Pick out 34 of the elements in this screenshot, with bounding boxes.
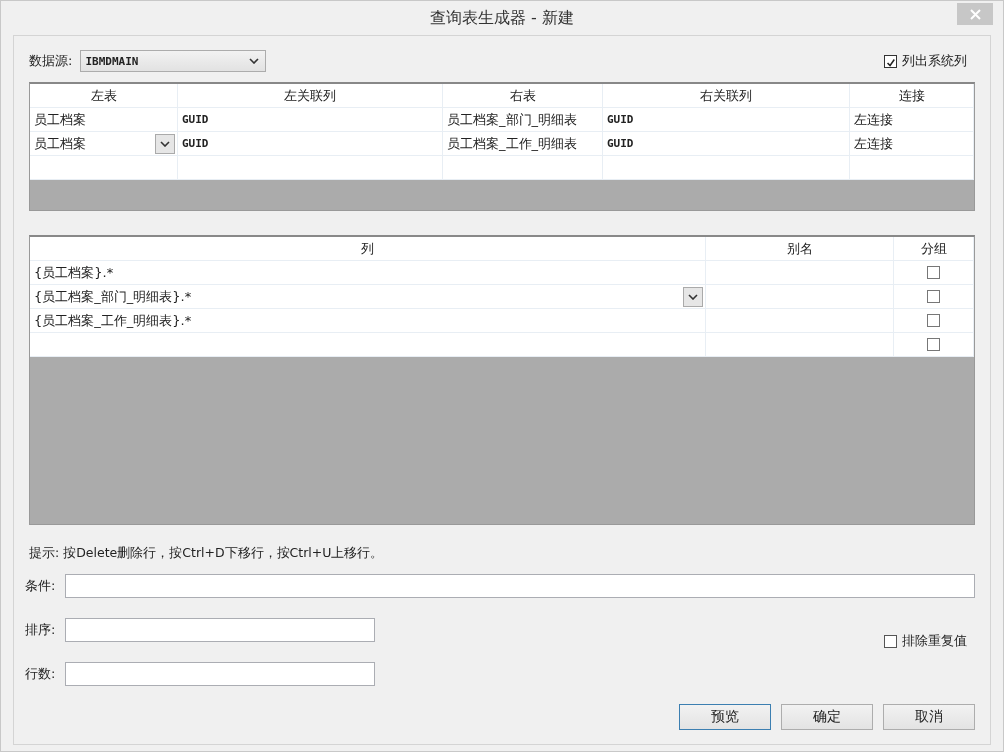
table-cell[interactable] <box>706 333 894 357</box>
show-system-columns-checkbox[interactable]: 列出系统列 <box>884 52 967 70</box>
close-button[interactable] <box>957 3 993 25</box>
group-checkbox[interactable] <box>927 338 940 351</box>
field-label: 排序: <box>25 621 57 639</box>
table-cell[interactable] <box>30 333 706 357</box>
group-checkbox[interactable] <box>927 290 940 303</box>
cell-dropdown-button[interactable] <box>155 133 175 154</box>
dialog-button[interactable]: 预览 <box>679 704 771 730</box>
dialog-button[interactable]: 确定 <box>781 704 873 730</box>
close-icon <box>969 8 981 20</box>
datasource-label: 数据源: <box>29 52 73 70</box>
hint-text: 提示: 按Delete删除行，按Ctrl+D下移行，按Ctrl+U上移行。 <box>29 545 385 562</box>
cell-dropdown-button[interactable] <box>683 286 703 307</box>
table-cell[interactable] <box>603 156 850 180</box>
caret-icon <box>160 140 170 147</box>
input-field[interactable] <box>65 618 375 642</box>
check-icon <box>886 58 896 67</box>
input-field[interactable] <box>65 662 375 686</box>
window-title: 查询表生成器 - 新建 <box>430 7 574 29</box>
input-field[interactable] <box>65 574 975 598</box>
table-cell[interactable] <box>443 156 603 180</box>
field-label: 行数: <box>25 665 57 683</box>
field-label: 条件: <box>25 577 57 595</box>
caret-icon <box>249 58 260 64</box>
group-checkbox[interactable] <box>927 314 940 327</box>
datasource-dropdown[interactable]: IBMDMAIN <box>80 50 267 72</box>
table-cell[interactable] <box>178 156 443 180</box>
table-cell[interactable] <box>850 156 974 180</box>
group-checkbox[interactable] <box>927 266 940 279</box>
table-cell[interactable] <box>30 156 178 180</box>
dialog-button[interactable]: 取消 <box>883 704 975 730</box>
caret-icon <box>688 293 698 300</box>
distinct-checkbox[interactable]: 排除重复值 <box>884 632 967 650</box>
